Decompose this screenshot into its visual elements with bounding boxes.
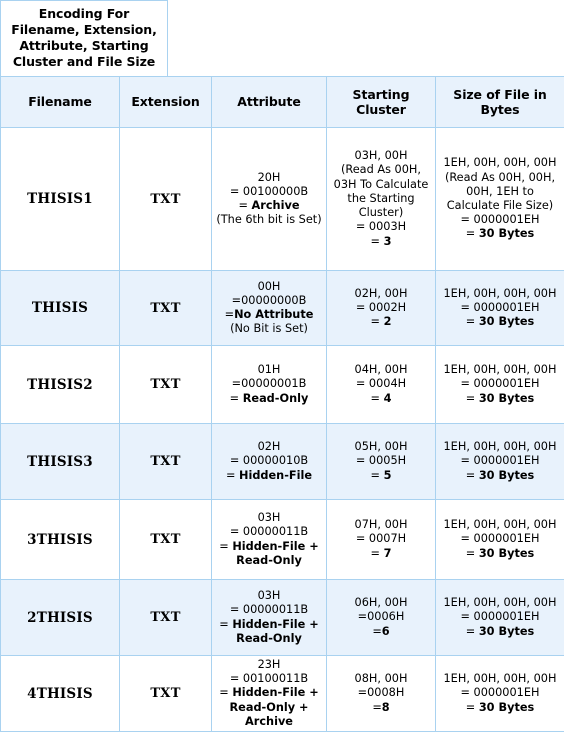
cell-starting-cluster: 04H, 00H = 0004H = 4: [327, 346, 436, 424]
cell-size-of-file: 1EH, 00H, 00H, 00H = 0000001EH = 30 Byte…: [436, 424, 564, 500]
cell-filename: 4THISIS: [1, 656, 120, 732]
table-row: THISIS1 TXT 20H = 00100000B = Archive (T…: [1, 128, 564, 271]
cluster-emphasis: 2: [384, 315, 392, 328]
attribute-emphasis: Hidden-File: [239, 469, 312, 482]
attribute-emphasis: Hidden-File + Read-Only: [232, 540, 318, 567]
cell-starting-cluster: 08H, 00H =0008H =8: [327, 656, 436, 732]
cell-starting-cluster: 02H, 00H = 0002H = 2: [327, 271, 436, 346]
cell-starting-cluster: 03H, 00H (Read As 00H, 03H To Calculate …: [327, 128, 436, 271]
attribute-emphasis: Archive: [252, 199, 300, 212]
cell-starting-cluster: 06H, 00H =0006H =6: [327, 580, 436, 656]
table-row: THISIS TXT 00H =00000000B =No Attribute …: [1, 271, 564, 346]
cell-extension: TXT: [120, 271, 212, 346]
table-row: THISIS2 TXT 01H =00000001B = Read-Only 0…: [1, 346, 564, 424]
cluster-emphasis: 3: [384, 235, 392, 248]
cell-extension: TXT: [120, 424, 212, 500]
column-header-filename: Filename: [1, 77, 120, 128]
cell-attribute: 01H =00000001B = Read-Only: [212, 346, 327, 424]
cell-starting-cluster: 05H, 00H = 0005H = 5: [327, 424, 436, 500]
cell-filename: THISIS1: [1, 128, 120, 271]
cell-filename: THISIS2: [1, 346, 120, 424]
cluster-emphasis: 6: [382, 625, 390, 638]
cell-attribute: 23H = 00100011B = Hidden-File + Read-Onl…: [212, 656, 327, 732]
cell-attribute: 00H =00000000B =No Attribute (No Bit is …: [212, 271, 327, 346]
column-header-size-of-file: Size of File in Bytes: [436, 77, 564, 128]
cluster-emphasis: 8: [382, 701, 390, 714]
table-row: 2THISIS TXT 03H = 00000011B = Hidden-Fil…: [1, 580, 564, 656]
column-header-attribute: Attribute: [212, 77, 327, 128]
cell-size-of-file: 1EH, 00H, 00H, 00H = 0000001EH = 30 Byte…: [436, 346, 564, 424]
column-header-extension: Extension: [120, 77, 212, 128]
size-emphasis: 30 Bytes: [479, 701, 534, 714]
cell-filename: THISIS3: [1, 424, 120, 500]
cell-extension: TXT: [120, 346, 212, 424]
cluster-plain: 03H, 00H (Read As 00H, 03H To Calculate …: [334, 149, 429, 247]
size-emphasis: 30 Bytes: [479, 392, 534, 405]
cell-extension: TXT: [120, 128, 212, 271]
attribute-emphasis: Hidden-File + Read-Only + Archive: [229, 686, 318, 727]
table-row: THISIS3 TXT 02H = 00000010B = Hidden-Fil…: [1, 424, 564, 500]
cell-attribute: 02H = 00000010B = Hidden-File: [212, 424, 327, 500]
cell-attribute: 03H = 00000011B = Hidden-File + Read-Onl…: [212, 580, 327, 656]
cell-filename: 3THISIS: [1, 500, 120, 580]
cell-filename: 2THISIS: [1, 580, 120, 656]
cell-size-of-file: 1EH, 00H, 00H, 00H = 0000001EH = 30 Byte…: [436, 271, 564, 346]
attribute-emphasis: No Attribute: [234, 308, 313, 321]
size-emphasis: 30 Bytes: [479, 227, 534, 240]
cell-extension: TXT: [120, 656, 212, 732]
cluster-plain: 02H, 00H = 0002H =: [355, 287, 408, 328]
size-emphasis: 30 Bytes: [479, 547, 534, 560]
encoding-table: Filename Extension Attribute Starting Cl…: [0, 76, 564, 732]
attribute-plain-b: (The 6th bit is Set): [216, 213, 321, 226]
column-header-starting-cluster: Starting Cluster: [327, 77, 436, 128]
page-title: Encoding For Filename, Extension, Attrib…: [0, 0, 168, 77]
cell-starting-cluster: 07H, 00H = 0007H = 7: [327, 500, 436, 580]
cluster-emphasis: 4: [384, 392, 392, 405]
cell-extension: TXT: [120, 580, 212, 656]
table-row: 4THISIS TXT 23H = 00100011B = Hidden-Fil…: [1, 656, 564, 732]
cluster-emphasis: 7: [384, 547, 392, 560]
cluster-plain: 05H, 00H = 0005H =: [355, 440, 408, 481]
size-emphasis: 30 Bytes: [479, 625, 534, 638]
size-emphasis: 30 Bytes: [479, 469, 534, 482]
table-header-row: Filename Extension Attribute Starting Cl…: [1, 77, 564, 128]
cluster-plain: 04H, 00H = 0004H =: [355, 363, 408, 404]
cell-size-of-file: 1EH, 00H, 00H, 00H = 0000001EH = 30 Byte…: [436, 580, 564, 656]
cell-attribute: 20H = 00100000B = Archive (The 6th bit i…: [212, 128, 327, 271]
attribute-emphasis: Hidden-File + Read-Only: [232, 618, 318, 645]
table-row: 3THISIS TXT 03H = 00000011B = Hidden-Fil…: [1, 500, 564, 580]
cell-extension: TXT: [120, 500, 212, 580]
cell-size-of-file: 1EH, 00H, 00H, 00H (Read As 00H, 00H, 00…: [436, 128, 564, 271]
cell-size-of-file: 1EH, 00H, 00H, 00H = 0000001EH = 30 Byte…: [436, 500, 564, 580]
attribute-plain-b: (No Bit is Set): [230, 322, 308, 335]
cell-filename: THISIS: [1, 271, 120, 346]
cell-size-of-file: 1EH, 00H, 00H, 00H = 0000001EH = 30 Byte…: [436, 656, 564, 732]
size-emphasis: 30 Bytes: [479, 315, 534, 328]
cluster-emphasis: 5: [384, 469, 392, 482]
cluster-plain: 07H, 00H = 0007H =: [355, 518, 408, 559]
cell-attribute: 03H = 00000011B = Hidden-File + Read-Onl…: [212, 500, 327, 580]
attribute-emphasis: Read-Only: [243, 392, 309, 405]
